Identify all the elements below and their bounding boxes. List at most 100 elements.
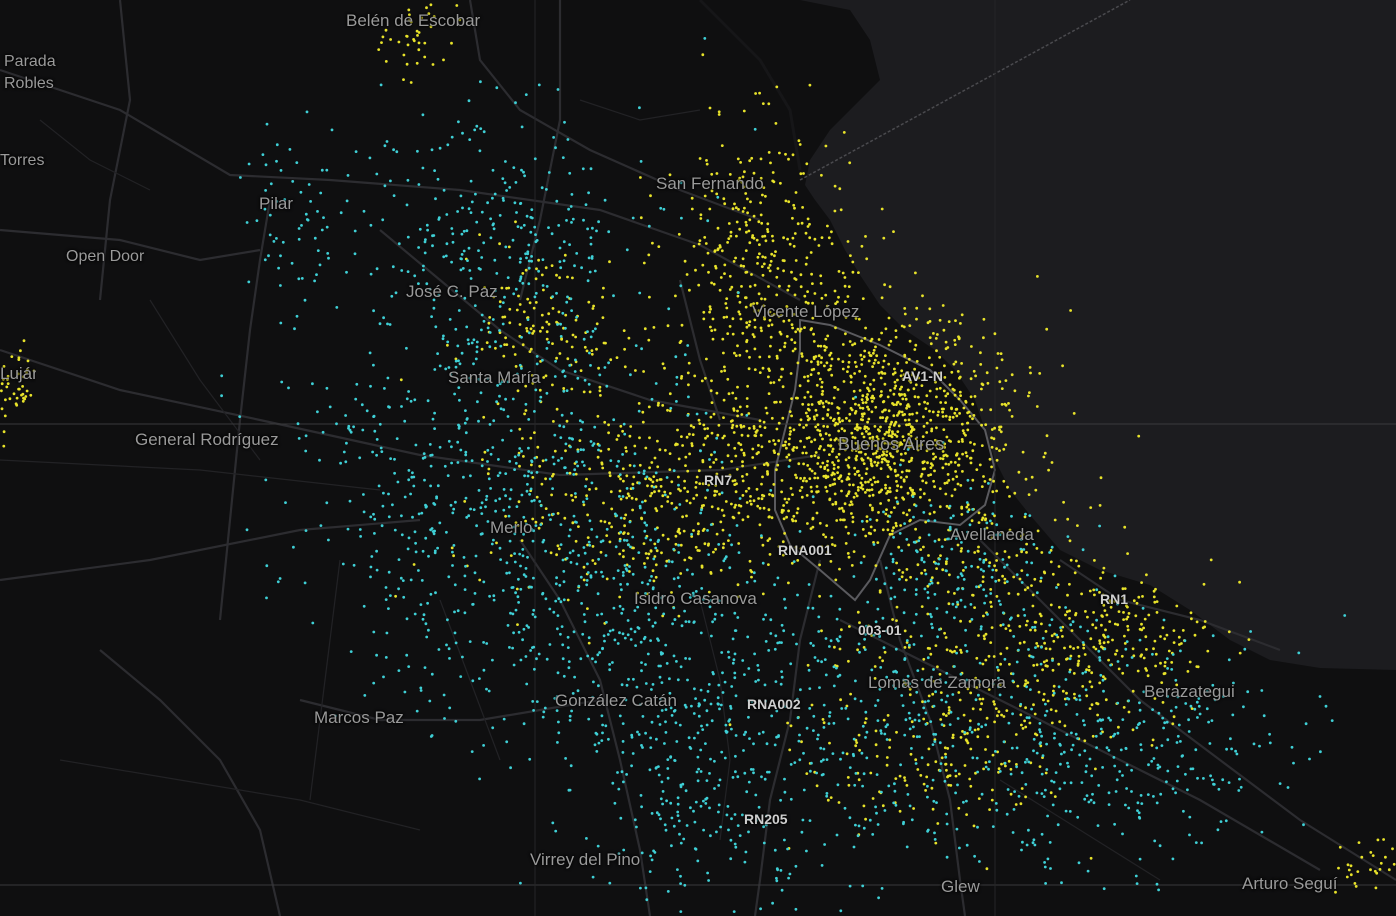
- data-point: [828, 498, 832, 502]
- data-point: [531, 476, 535, 479]
- data-point: [829, 594, 833, 598]
- data-point: [1152, 795, 1155, 798]
- data-point: [644, 682, 648, 685]
- data-point: [1123, 525, 1127, 529]
- data-point: [883, 732, 887, 736]
- data-point: [878, 656, 882, 659]
- data-point: [860, 476, 864, 480]
- data-point: [473, 128, 477, 132]
- data-point: [767, 151, 771, 154]
- data-point: [735, 524, 739, 527]
- data-point: [1202, 582, 1206, 586]
- data-point: [1165, 633, 1169, 637]
- data-point: [539, 395, 543, 399]
- data-point: [1057, 565, 1061, 568]
- data-point: [603, 520, 607, 524]
- data-point: [387, 607, 390, 610]
- data-point: [914, 758, 918, 762]
- data-point: [953, 488, 957, 491]
- data-point: [646, 582, 650, 586]
- data-point: [910, 456, 914, 460]
- data-point: [664, 564, 668, 568]
- data-point: [1243, 647, 1247, 651]
- data-point: [649, 478, 653, 482]
- map-canvas[interactable]: Belén de Escobar Parada Robles Torres Pi…: [0, 0, 1396, 916]
- data-point: [895, 730, 898, 734]
- data-point: [650, 461, 654, 464]
- data-point: [619, 497, 623, 501]
- data-point: [646, 484, 649, 488]
- data-point: [991, 490, 995, 494]
- data-point: [802, 788, 806, 792]
- data-point: [562, 570, 566, 573]
- data-point: [673, 618, 677, 621]
- data-point: [731, 515, 735, 519]
- data-point: [667, 560, 671, 563]
- data-point: [498, 471, 502, 475]
- data-point: [758, 243, 761, 247]
- data-point: [1021, 840, 1024, 844]
- data-point: [759, 157, 763, 161]
- data-point: [1030, 584, 1033, 587]
- data-point: [722, 416, 725, 419]
- data-point: [695, 412, 699, 416]
- data-point: [730, 285, 734, 289]
- data-point: [676, 810, 680, 814]
- data-point: [813, 237, 817, 241]
- data-point: [666, 890, 670, 893]
- data-point: [894, 474, 898, 478]
- data-point: [498, 546, 502, 550]
- data-point: [724, 302, 728, 305]
- data-point: [602, 341, 606, 345]
- data-point: [965, 799, 968, 803]
- data-point: [734, 754, 737, 758]
- data-point: [1163, 637, 1167, 641]
- data-point: [956, 783, 959, 787]
- data-point: [472, 508, 476, 511]
- data-point: [692, 425, 696, 429]
- data-point: [464, 409, 467, 412]
- data-point: [484, 505, 487, 509]
- data-point: [997, 668, 1000, 672]
- data-point: [656, 715, 660, 718]
- data-point: [531, 324, 535, 328]
- data-point: [731, 317, 735, 321]
- data-point: [673, 759, 676, 762]
- data-point: [698, 482, 702, 485]
- data-point: [800, 355, 804, 358]
- data-point: [626, 582, 629, 586]
- data-point: [505, 571, 509, 575]
- data-point: [568, 718, 572, 722]
- data-point: [545, 320, 549, 324]
- data-point: [1068, 670, 1072, 674]
- data-point: [661, 652, 664, 655]
- data-point: [1046, 814, 1049, 818]
- data-point: [619, 516, 623, 520]
- data-point: [984, 761, 988, 764]
- data-point: [993, 720, 996, 724]
- data-point: [395, 150, 399, 154]
- data-point: [651, 624, 655, 628]
- data-point: [519, 275, 523, 279]
- data-point: [861, 528, 865, 531]
- data-point: [812, 714, 816, 718]
- data-point: [748, 241, 752, 245]
- data-point: [791, 326, 794, 330]
- data-point: [694, 481, 698, 484]
- data-point: [558, 260, 562, 263]
- data-point: [973, 606, 976, 609]
- data-point: [953, 461, 957, 464]
- data-point: [653, 851, 657, 854]
- data-point: [335, 422, 338, 426]
- data-point: [683, 479, 686, 483]
- data-point: [733, 506, 737, 509]
- data-point: [897, 545, 901, 549]
- data-point: [488, 316, 492, 319]
- data-point: [701, 53, 705, 57]
- data-point: [833, 423, 837, 427]
- data-point: [912, 735, 915, 738]
- data-point: [425, 635, 429, 639]
- data-point: [492, 594, 496, 598]
- data-point: [977, 722, 980, 726]
- data-point: [873, 480, 877, 484]
